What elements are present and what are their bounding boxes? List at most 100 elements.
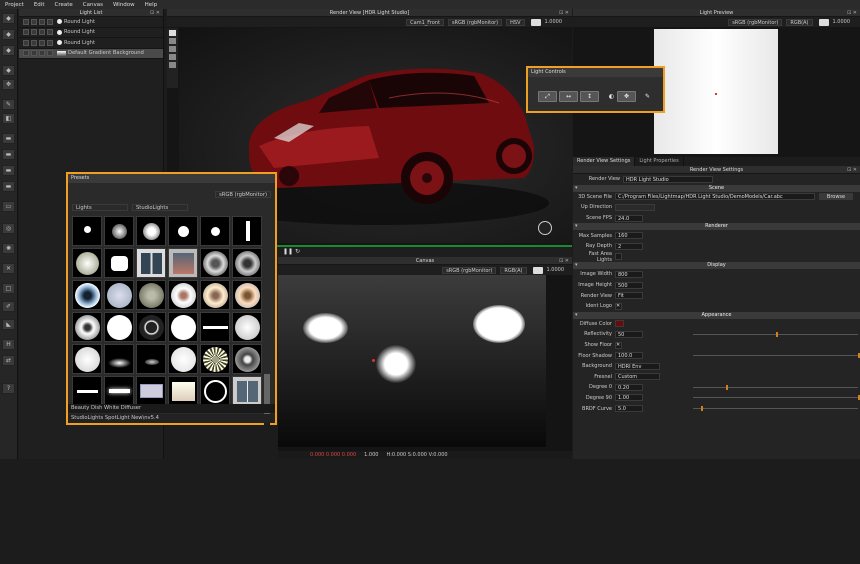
preset-thumbnail[interactable] bbox=[136, 376, 166, 406]
presets-category-select[interactable]: Lights bbox=[72, 204, 128, 211]
exposure-icon[interactable] bbox=[818, 18, 829, 26]
round-light-spot[interactable] bbox=[473, 305, 525, 343]
paint-tool-button[interactable]: ✎ bbox=[2, 99, 15, 110]
menu-project[interactable]: Project bbox=[0, 2, 29, 8]
light-list-item[interactable]: Round Light bbox=[19, 38, 163, 49]
help-icon[interactable]: ? bbox=[2, 383, 15, 394]
zoom-tool-icon[interactable] bbox=[169, 54, 176, 60]
preset-thumbnail[interactable] bbox=[104, 280, 134, 310]
solo-icon[interactable] bbox=[31, 18, 37, 25]
pause-icon[interactable]: ❚❚ bbox=[283, 248, 293, 255]
scene-section-header[interactable]: Scene bbox=[573, 184, 860, 192]
panel-controls-icon[interactable]: ⊡ ✕ bbox=[847, 166, 857, 174]
preset-thumbnail[interactable] bbox=[200, 312, 230, 342]
mute-icon[interactable] bbox=[47, 50, 53, 57]
image-width-input[interactable]: 800 bbox=[615, 270, 643, 278]
swap-icon[interactable]: ⇄ bbox=[2, 355, 15, 366]
scene-file-input[interactable]: C:/Program Files/Lightmap/HDR Light Stud… bbox=[615, 193, 815, 201]
menu-help[interactable]: Help bbox=[140, 2, 163, 8]
preset-thumbnail[interactable] bbox=[168, 376, 198, 406]
round-light-spot[interactable] bbox=[376, 345, 416, 383]
edit-icon[interactable]: ✐ bbox=[2, 301, 15, 312]
tab-light-properties[interactable]: Light Properties bbox=[635, 157, 684, 166]
preset-thumbnail[interactable] bbox=[232, 216, 262, 246]
preset-thumbnail[interactable] bbox=[136, 248, 166, 278]
gradient-tool-button[interactable]: ▬ bbox=[2, 149, 15, 160]
view-tool-button[interactable]: ◎ bbox=[2, 223, 15, 234]
render-view-fit-select[interactable]: Fit bbox=[615, 292, 643, 300]
preset-thumbnail[interactable] bbox=[200, 248, 230, 278]
light-width-button[interactable]: ↔ bbox=[559, 91, 578, 102]
brdf-curve-slider[interactable] bbox=[693, 405, 858, 411]
mute-icon[interactable] bbox=[47, 18, 53, 25]
visibility-icon[interactable] bbox=[23, 29, 29, 36]
arrow-icon[interactable]: ◣ bbox=[2, 319, 15, 330]
panel-controls-icon[interactable]: ⊡ ✕ bbox=[150, 9, 160, 17]
preset-thumbnail[interactable] bbox=[72, 280, 102, 310]
preset-thumbnail[interactable] bbox=[136, 216, 166, 246]
preset-thumbnail[interactable] bbox=[168, 248, 198, 278]
render-view-select[interactable]: HDR Light Studio bbox=[623, 175, 713, 183]
renderer-section-header[interactable]: Renderer bbox=[573, 223, 860, 231]
presets-scrollbar[interactable] bbox=[264, 374, 270, 564]
sun-icon[interactable]: ✺ bbox=[2, 243, 15, 254]
floor-shadow-slider[interactable] bbox=[693, 352, 860, 358]
gradient-tool-button[interactable]: ▬ bbox=[2, 133, 15, 144]
exposure-value[interactable]: 1.0000 bbox=[833, 19, 851, 25]
preset-thumbnail[interactable] bbox=[72, 216, 102, 246]
preset-thumbnail[interactable] bbox=[72, 248, 102, 278]
preset-thumbnail[interactable] bbox=[232, 376, 262, 406]
preset-thumbnail[interactable] bbox=[136, 280, 166, 310]
background-select[interactable]: HDRI Env bbox=[615, 362, 660, 370]
preset-thumbnail[interactable] bbox=[232, 280, 262, 310]
preset-thumbnail[interactable] bbox=[104, 216, 134, 246]
fast-area-lights-checkbox[interactable] bbox=[615, 253, 622, 261]
preset-thumbnail[interactable] bbox=[232, 248, 262, 278]
exposure-icon[interactable] bbox=[530, 18, 541, 26]
preset-thumbnail[interactable] bbox=[168, 344, 198, 374]
menu-create[interactable]: Create bbox=[49, 2, 77, 8]
light-tool-button[interactable]: ◆ bbox=[2, 13, 15, 24]
exposure-value[interactable]: 1.0000 bbox=[547, 267, 565, 273]
light-tool-button[interactable]: ◆ bbox=[2, 65, 15, 76]
move-tool-button[interactable]: ✥ bbox=[2, 79, 15, 90]
presets-title[interactable]: Presets bbox=[68, 174, 275, 183]
channel-select[interactable]: HSV bbox=[506, 18, 525, 26]
pan-tool-icon[interactable] bbox=[169, 46, 176, 52]
presets-library-select[interactable]: StudioLights bbox=[132, 204, 188, 211]
panel-controls-icon[interactable]: ⊡ ✕ bbox=[847, 9, 857, 17]
menu-window[interactable]: Window bbox=[108, 2, 140, 8]
solo-icon[interactable] bbox=[31, 50, 37, 57]
light-scale-button[interactable]: ⤢ bbox=[538, 91, 557, 102]
preset-thumbnail[interactable] bbox=[200, 216, 230, 246]
visibility-icon[interactable] bbox=[23, 39, 29, 46]
square-icon[interactable]: □ bbox=[2, 283, 15, 294]
panel-controls-icon[interactable]: ⊡ ✕ bbox=[559, 9, 569, 17]
preset-thumbnail[interactable] bbox=[72, 312, 102, 342]
degree90-slider[interactable] bbox=[693, 395, 860, 401]
display-section-header[interactable]: Display bbox=[573, 262, 860, 270]
close-icon[interactable]: ✕ bbox=[2, 263, 15, 274]
mute-icon[interactable] bbox=[47, 39, 53, 46]
gradient-tool-button[interactable]: ▬ bbox=[2, 165, 15, 176]
preset-thumbnail[interactable] bbox=[104, 344, 134, 374]
preset-thumbnail[interactable] bbox=[104, 376, 134, 406]
ident-logo-checkbox[interactable]: ✕ bbox=[615, 302, 622, 310]
hdr-icon[interactable]: H bbox=[2, 339, 15, 350]
channel-select[interactable]: RGB(A) bbox=[500, 266, 527, 274]
brdf-curve-input[interactable]: 5.0 bbox=[615, 405, 643, 413]
preset-thumbnail[interactable] bbox=[168, 216, 198, 246]
floor-shadow-input[interactable]: 100.0 bbox=[615, 352, 643, 360]
color-space-select[interactable]: sRGB (rgbMonitor) bbox=[728, 18, 783, 26]
lock-icon[interactable] bbox=[39, 18, 45, 25]
tab-render-view-settings[interactable]: Render View Settings bbox=[573, 157, 636, 166]
visibility-icon[interactable] bbox=[23, 50, 29, 57]
exposure-icon[interactable] bbox=[532, 266, 543, 274]
max-samples-input[interactable]: 160 bbox=[615, 232, 643, 240]
preset-thumbnail[interactable] bbox=[168, 280, 198, 310]
show-floor-checkbox[interactable]: ✕ bbox=[615, 341, 622, 349]
appearance-section-header[interactable]: Appearance bbox=[573, 311, 860, 319]
up-direction-select[interactable] bbox=[615, 203, 655, 211]
lock-icon[interactable] bbox=[39, 29, 45, 36]
diffuse-color-swatch[interactable] bbox=[615, 320, 624, 328]
